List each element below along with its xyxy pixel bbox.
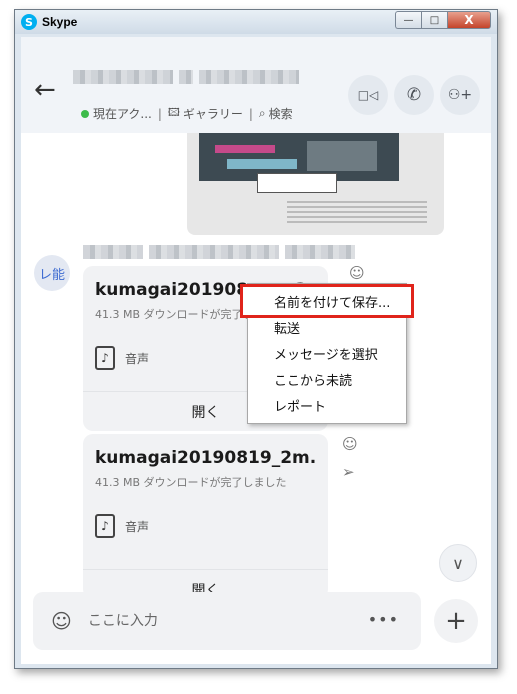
search-link[interactable]: 検索 [269,105,293,122]
audio-call-button[interactable]: ✆ [394,75,434,115]
file-status: 41.3 MB ダウンロードが完了しました [95,476,287,489]
gallery-icon: 🖾 [167,106,180,119]
presence-status[interactable]: 現在アク... [93,105,152,122]
chat-client-area: ← 現在アク... | 🖾 ギャラリー | ⌕ 検索 □◁ ✆ ⚇+ レ能 ku… [21,37,491,664]
search-icon: ⌕ [258,106,266,120]
close-button[interactable]: X [447,11,491,29]
menu-item-mark-unread[interactable]: ここから未読 [248,366,406,392]
audio-file-icon: ♪ [95,346,115,370]
sender-name [83,242,363,259]
add-people-button[interactable]: ⚇+ [440,75,480,115]
more-options-icon[interactable]: ••• [368,610,399,629]
file-type-row: ♪ 音声 [95,514,316,538]
audio-file-icon: ♪ [95,514,115,538]
file-name: kumagai20190819_2m... [95,448,316,468]
file-message-card[interactable]: kumagai20190819_2m... 41.3 MB ダウンロードが完了し… [83,434,328,599]
menu-item-report[interactable]: レポート [248,392,406,418]
file-type-label: 音声 [125,351,150,366]
menu-item-select-message[interactable]: メッセージを選択 [248,340,406,366]
video-camera-icon: □◁ [357,88,379,102]
window-controls: — □ X [395,11,491,29]
add-reaction-icon[interactable]: ☺ [342,435,358,453]
gallery-link[interactable]: ギャラリー [183,105,243,122]
image-attachment-thumbnail[interactable] [187,133,444,235]
skype-logo-icon: S [21,14,37,30]
back-arrow-icon[interactable]: ← [34,75,56,105]
add-person-icon: ⚇+ [447,87,473,103]
maximize-button[interactable]: □ [421,11,447,29]
window-title: Skype [42,15,78,29]
minimize-button[interactable]: — [395,11,421,29]
plus-icon: + [445,606,467,636]
header-subline: 現在アク... | 🖾 ギャラリー | ⌕ 検索 [81,104,293,123]
menu-item-forward[interactable]: 転送 [248,314,406,340]
chat-header: ← 現在アク... | 🖾 ギャラリー | ⌕ 検索 □◁ ✆ ⚇+ [21,37,491,133]
skype-window: S Skype — □ X ← 現在アク... | 🖾 ギャラリー | ⌕ 検索… [14,9,498,669]
message-input[interactable] [87,613,348,629]
phone-icon: ✆ [406,85,422,105]
forward-send-icon[interactable]: ➢ [342,463,355,481]
sender-avatar[interactable]: レ能 [34,255,70,291]
chevron-down-icon: ∨ [452,553,464,573]
message-composer: ☺ ••• [33,592,421,650]
emoji-icon[interactable]: ☺ [51,609,72,633]
contact-name [73,67,305,87]
context-menu: 名前を付けて保存... 転送 メッセージを選択 ここから未読 レポート [240,283,414,424]
add-content-button[interactable]: + [434,599,478,643]
menu-item-save-as[interactable]: 名前を付けて保存... [240,284,414,318]
add-reaction-icon[interactable]: ☺ [349,264,365,282]
title-bar: S Skype — □ X [15,10,497,34]
video-call-button[interactable]: □◁ [348,75,388,115]
file-type-label: 音声 [125,519,150,534]
scroll-to-bottom-button[interactable]: ∨ [439,544,477,582]
online-status-icon [81,109,89,118]
